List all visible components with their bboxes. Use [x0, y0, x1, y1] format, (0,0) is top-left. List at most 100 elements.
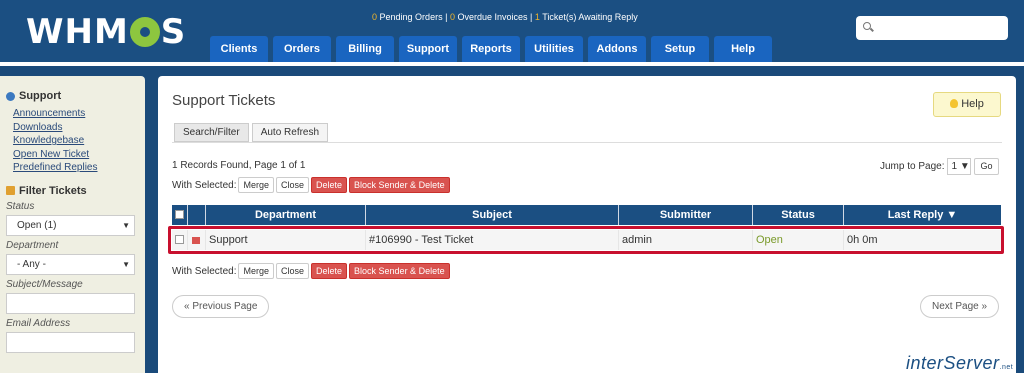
- filter-heading: Filter Tickets: [6, 185, 139, 197]
- flag-header: [188, 205, 206, 225]
- flag-icon: [192, 237, 200, 244]
- highlight-box: Support #106990 - Test Ticket admin Open…: [168, 226, 1004, 254]
- page-title: Support Tickets: [172, 92, 276, 109]
- nav-reports[interactable]: Reports: [462, 36, 520, 62]
- cell-last-reply: 0h 0m: [847, 234, 878, 246]
- tickets-awaiting-link[interactable]: Ticket(s) Awaiting Reply: [542, 12, 638, 22]
- with-selected-label: With Selected:: [172, 179, 237, 191]
- support-icon: [6, 91, 15, 101]
- top-header: WHM S 0 Pending Orders | 0 Overdue Invoic…: [0, 0, 1024, 62]
- col-last-reply[interactable]: Last Reply ▼: [844, 205, 1001, 225]
- jump-label: Jump to Page:: [880, 161, 945, 172]
- with-selected-top: With Selected: Merge Close Delete Block …: [172, 177, 450, 193]
- header-divider: [0, 62, 1024, 66]
- filter-icon: [6, 186, 15, 195]
- jump-to-page: Jump to Page: 1 ▼ Go: [880, 158, 999, 175]
- row-checkbox[interactable]: [175, 235, 184, 244]
- page-select[interactable]: 1 ▼: [947, 158, 972, 175]
- block-sender-delete-button[interactable]: Block Sender & Delete: [349, 177, 450, 193]
- tabs-divider: [172, 142, 1002, 143]
- chevron-down-icon: ▼: [122, 220, 130, 230]
- status-select-value: Open (1): [17, 219, 57, 231]
- previous-page-button[interactable]: « Previous Page: [172, 295, 270, 318]
- close-button[interactable]: Close: [276, 263, 310, 279]
- nav-utilities[interactable]: Utilities: [525, 36, 583, 62]
- nav-addons[interactable]: Addons: [588, 36, 646, 62]
- col-department[interactable]: Department: [206, 205, 366, 225]
- records-count: 1 Records Found, Page 1 of 1: [172, 160, 306, 171]
- overdue-invoices-count[interactable]: 0: [450, 12, 455, 22]
- cell-status: Open: [753, 230, 844, 250]
- search-input[interactable]: [856, 16, 1008, 40]
- flag-cell: [188, 230, 206, 250]
- delete-button[interactable]: Delete: [311, 177, 348, 193]
- sidebar: Support Announcements Downloads Knowledg…: [0, 76, 145, 373]
- brand-name: interServer: [906, 353, 1000, 373]
- department-select-value: - Any -: [17, 258, 46, 270]
- next-page-button[interactable]: Next Page »: [920, 295, 1000, 318]
- tab-search-filter[interactable]: Search/Filter: [174, 123, 249, 142]
- nav-clients[interactable]: Clients: [210, 36, 268, 62]
- link-open-new-ticket[interactable]: Open New Ticket: [13, 148, 139, 162]
- chevron-down-icon: ▼: [122, 259, 130, 269]
- status-select[interactable]: Open (1) ▼: [6, 214, 135, 236]
- main-content: Support Tickets Help Search/Filter Auto …: [158, 76, 1016, 373]
- col-subject[interactable]: Subject: [366, 205, 619, 225]
- select-all-cell: [172, 205, 188, 225]
- department-select[interactable]: - Any - ▼: [6, 253, 135, 275]
- lightbulb-icon: [950, 99, 959, 108]
- col-status[interactable]: Status: [753, 205, 844, 225]
- link-knowledgebase[interactable]: Knowledgebase: [13, 134, 139, 148]
- tickets-count[interactable]: 1: [535, 12, 540, 22]
- nav-help[interactable]: Help: [714, 36, 772, 62]
- with-selected-label: With Selected:: [172, 265, 237, 277]
- filter-heading-label: Filter Tickets: [19, 184, 87, 197]
- help-button-label: Help: [961, 98, 984, 110]
- interserver-logo: interServer.net: [906, 353, 1013, 373]
- table-header: Department Subject Submitter Status Last…: [172, 205, 1001, 225]
- nav-support[interactable]: Support: [399, 36, 457, 62]
- support-heading: Support: [6, 90, 139, 102]
- col-submitter[interactable]: Submitter: [619, 205, 753, 225]
- email-label: Email Address: [6, 317, 71, 329]
- email-input[interactable]: [6, 331, 135, 353]
- merge-button[interactable]: Merge: [238, 177, 274, 193]
- merge-button[interactable]: Merge: [238, 263, 274, 279]
- delete-button[interactable]: Delete: [311, 263, 348, 279]
- help-button[interactable]: Help: [933, 92, 1001, 117]
- subject-label: Subject/Message: [6, 278, 83, 290]
- separator: |: [445, 12, 448, 22]
- cell-submitter: admin: [619, 230, 753, 250]
- link-predefined-replies[interactable]: Predefined Replies: [13, 161, 139, 175]
- separator: |: [530, 12, 533, 22]
- pending-orders-count[interactable]: 0: [372, 12, 377, 22]
- close-button[interactable]: Close: [276, 177, 310, 193]
- nav-orders[interactable]: Orders: [273, 36, 331, 62]
- link-downloads[interactable]: Downloads: [13, 121, 139, 135]
- search-icon: [863, 22, 871, 30]
- pending-orders-link[interactable]: Pending Orders: [380, 12, 443, 22]
- support-heading-label: Support: [19, 90, 62, 102]
- select-all-checkbox[interactable]: [175, 210, 184, 219]
- with-selected-bottom: With Selected: Merge Close Delete Block …: [172, 263, 450, 279]
- table-row[interactable]: Support #106990 - Test Ticket admin Open…: [172, 230, 1001, 250]
- row-checkbox-cell: [172, 230, 188, 250]
- block-sender-delete-button[interactable]: Block Sender & Delete: [349, 263, 450, 279]
- nav-billing[interactable]: Billing: [336, 36, 394, 62]
- main-nav: Clients Orders Billing Support Reports U…: [210, 36, 772, 62]
- page-select-value: 1: [951, 161, 958, 172]
- department-label: Department: [6, 239, 59, 251]
- nav-setup[interactable]: Setup: [651, 36, 709, 62]
- subject-input[interactable]: [6, 292, 135, 314]
- tickets-table: Department Subject Submitter Status Last…: [172, 205, 1001, 225]
- support-links: Announcements Downloads Knowledgebase Op…: [13, 107, 139, 175]
- gear-icon: [129, 17, 160, 47]
- cell-department: Support: [206, 230, 366, 250]
- go-button[interactable]: Go: [974, 158, 999, 175]
- overdue-invoices-link[interactable]: Overdue Invoices: [457, 12, 527, 22]
- cell-subject[interactable]: #106990 - Test Ticket: [366, 230, 619, 250]
- whmcs-logo[interactable]: WHM S: [26, 12, 186, 52]
- status-label: Status: [6, 200, 35, 212]
- tab-auto-refresh[interactable]: Auto Refresh: [251, 123, 329, 142]
- link-announcements[interactable]: Announcements: [13, 107, 139, 121]
